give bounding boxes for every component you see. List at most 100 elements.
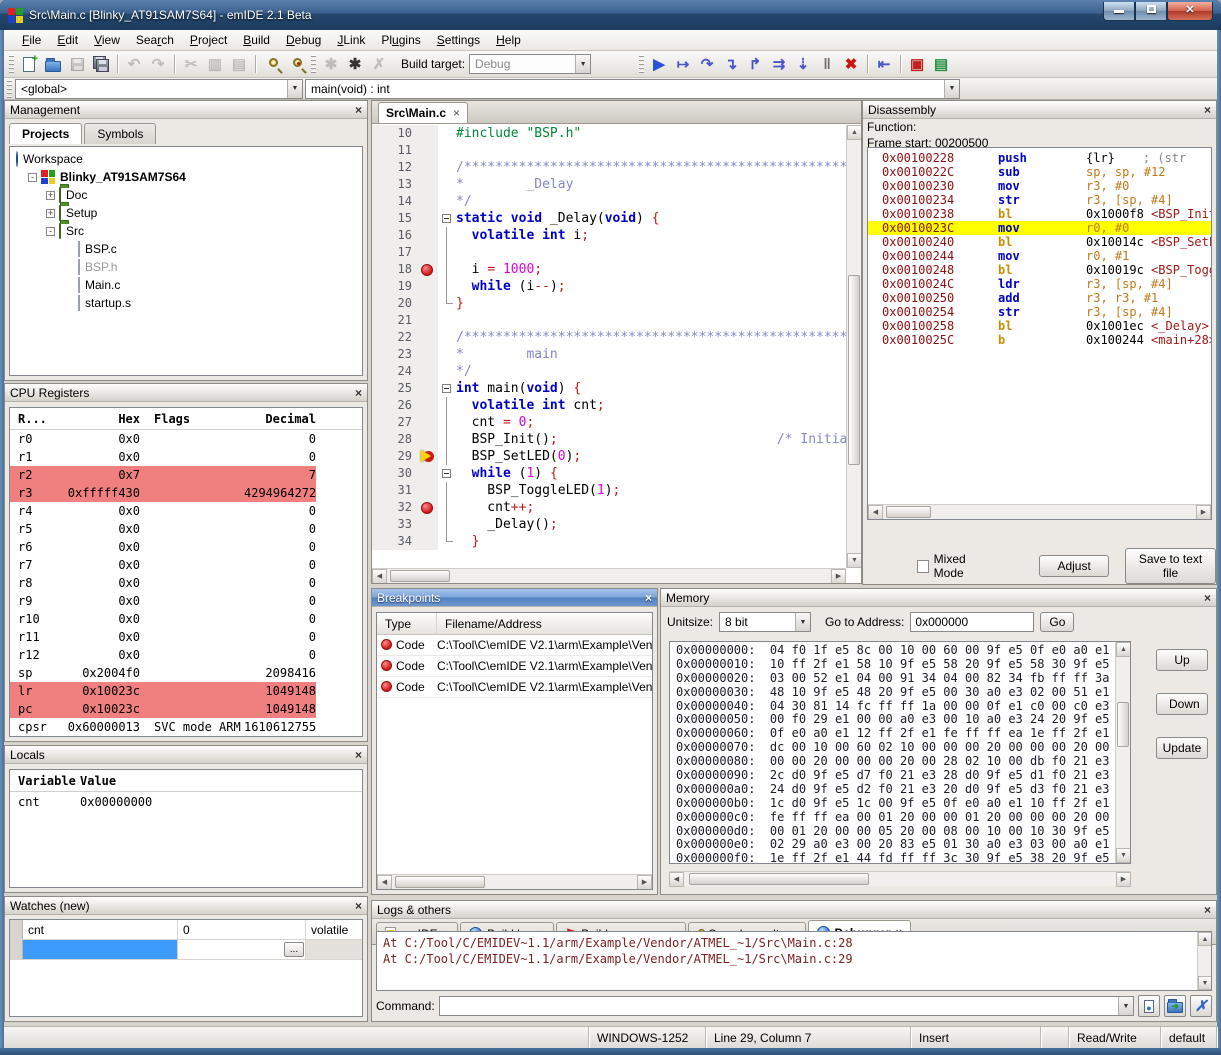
code-line[interactable]: 18 i = 1000; <box>372 261 861 278</box>
debug-continue-button[interactable]: ▶ <box>648 53 670 75</box>
close-icon[interactable]: × <box>355 750 362 760</box>
tab-symbols[interactable]: Symbols <box>84 123 156 144</box>
breakpoint-icon[interactable] <box>418 499 438 516</box>
fold-margin[interactable] <box>438 295 456 312</box>
fold-collapse-icon[interactable] <box>442 469 451 478</box>
tree-item-bsp-h[interactable]: BSP.h <box>12 258 362 276</box>
code-line[interactable]: 34 } <box>372 533 861 550</box>
menu-debug[interactable]: Debug <box>278 31 329 49</box>
redo-button[interactable]: ↷ <box>147 53 169 75</box>
close-icon[interactable]: × <box>645 593 652 603</box>
save-to-text-file-button[interactable]: Save to text file <box>1125 548 1216 584</box>
code-line[interactable]: 20} <box>372 295 861 312</box>
dropdown-arrow-icon[interactable]: ▼ <box>795 613 810 631</box>
watch-new-value-cell[interactable]: ... <box>178 940 306 959</box>
expand-icon[interactable]: + <box>46 209 55 218</box>
tab-projects[interactable]: Projects <box>9 123 82 144</box>
fold-margin[interactable] <box>438 414 456 431</box>
close-icon[interactable]: × <box>355 105 362 115</box>
menu-project[interactable]: Project <box>182 31 235 49</box>
code-line[interactable]: 24*/ <box>372 363 861 380</box>
log-vertical-scrollbar[interactable]: ▲ ▼ <box>1197 932 1211 990</box>
close-tab-icon[interactable]: × <box>453 106 460 120</box>
code-line[interactable]: 11 <box>372 142 861 159</box>
stop-debugger-button[interactable]: ✖ <box>840 53 862 75</box>
menu-view[interactable]: View <box>86 31 128 49</box>
maximize-button[interactable] <box>1135 2 1167 21</box>
step-into-button[interactable]: ↴ <box>720 53 742 75</box>
fold-margin[interactable] <box>438 465 456 482</box>
code-line[interactable]: 12/*************************************… <box>372 159 861 176</box>
fold-margin[interactable] <box>438 227 456 244</box>
code-line[interactable]: 19 while (i--); <box>372 278 861 295</box>
memory-dump[interactable]: 0x00000000: 04 f0 1f e5 8c 00 10 00 60 0… <box>669 641 1131 864</box>
fold-margin[interactable] <box>438 244 456 261</box>
command-input[interactable]: ▼ <box>439 996 1134 1016</box>
various-info-button[interactable]: ▤ <box>930 53 952 75</box>
code-line[interactable]: 29 BSP_SetLED(0); <box>372 448 861 465</box>
unitsize-select[interactable]: 8 bit ▼ <box>719 612 811 632</box>
memory-vertical-scrollbar[interactable]: ▲ ▼ <box>1115 642 1130 863</box>
breakpoint-row[interactable]: CodeC:\Tool\C\emIDE V2.1\arm\Example\Ven… <box>377 656 652 677</box>
code-line[interactable]: 15static void _Delay(void) { <box>372 210 861 227</box>
debugger-log[interactable]: At C:/Tool/C/EMIDEV~1.1/arm/Example/Vend… <box>376 931 1212 991</box>
fold-margin[interactable] <box>438 397 456 414</box>
close-icon[interactable]: × <box>1204 105 1211 115</box>
menu-settings[interactable]: Settings <box>429 31 488 49</box>
fold-margin[interactable] <box>438 380 456 397</box>
code-line[interactable]: 17 <box>372 244 861 261</box>
run-to-cursor-button[interactable]: ↦ <box>672 53 694 75</box>
fold-margin[interactable] <box>438 278 456 295</box>
code-line[interactable]: 28 BSP_Init(); /* Initiali <box>372 431 861 448</box>
paste-button[interactable]: ▤ <box>228 53 250 75</box>
tree-item-src[interactable]: -Src <box>12 222 362 240</box>
fold-margin[interactable] <box>438 363 456 380</box>
menu-plugins[interactable]: Plugins <box>373 31 428 49</box>
dropdown-arrow-icon[interactable]: ▼ <box>287 80 302 98</box>
code-line[interactable]: 33 _Delay(); <box>372 516 861 533</box>
breakpoint-row[interactable]: CodeC:\Tool\C\emIDE V2.1\arm\Example\Ven… <box>377 677 652 698</box>
toolbar-grip[interactable] <box>311 55 316 73</box>
goto-address-input[interactable]: 0x000000 <box>910 612 1034 632</box>
code-line[interactable]: 31 BSP_ToggleLED(1); <box>372 482 861 499</box>
disassembly-listing[interactable]: 0x00100228push{lr}; (str0x0010022Csubsp,… <box>867 147 1212 520</box>
close-icon[interactable]: × <box>355 388 362 398</box>
menu-jlink[interactable]: JLink <box>329 31 373 49</box>
mixed-mode-checkbox[interactable] <box>917 560 929 573</box>
watch-browse-button[interactable]: ... <box>284 942 304 957</box>
build-button[interactable]: ✱ <box>344 53 366 75</box>
fold-margin[interactable] <box>438 312 456 329</box>
watch-new-row[interactable]: ... <box>10 940 362 960</box>
tree-item-workspace[interactable]: Workspace <box>12 150 362 168</box>
breakpoint-row[interactable]: CodeC:\Tool\C\emIDE V2.1\arm\Example\Ven… <box>377 635 652 656</box>
cut-button[interactable]: ✂ <box>180 53 202 75</box>
scope-select[interactable]: <global> ▼ <box>15 79 303 99</box>
go-button[interactable]: Go <box>1040 612 1074 632</box>
debug-script-button[interactable]: ● <box>1138 995 1160 1017</box>
menu-file[interactable]: File <box>14 31 49 49</box>
dropdown-arrow-icon[interactable]: ▼ <box>575 55 590 73</box>
watch-new-name-cell[interactable] <box>23 940 178 959</box>
dropdown-arrow-icon[interactable]: ▼ <box>1118 997 1133 1015</box>
copy-button[interactable]: ▥ <box>204 53 226 75</box>
tree-item-bsp-c[interactable]: BSP.c <box>12 240 362 258</box>
code-line[interactable]: 22/*************************************… <box>372 329 861 346</box>
memory-down-button[interactable]: Down <box>1156 693 1208 715</box>
fold-margin[interactable] <box>438 142 456 159</box>
tree-item-startup-s[interactable]: startup.s <box>12 294 362 312</box>
code-line[interactable]: 23* main <box>372 346 861 363</box>
code-line[interactable]: 21 <box>372 312 861 329</box>
fold-margin[interactable] <box>438 261 456 278</box>
toolbar-grip[interactable] <box>9 55 14 73</box>
editor-tab-main-c[interactable]: Src\Main.c × <box>378 102 468 123</box>
load-script-button[interactable]: ➜ <box>1164 995 1186 1017</box>
disassembly-horizontal-scrollbar[interactable]: ◀ ▶ <box>868 504 1211 519</box>
debugging-windows-button[interactable]: ▣ <box>906 53 928 75</box>
code-line[interactable]: 27 cnt = 0; <box>372 414 861 431</box>
save-all-button[interactable] <box>90 53 112 75</box>
fold-margin[interactable] <box>438 159 456 176</box>
fold-margin[interactable] <box>438 482 456 499</box>
fold-margin[interactable] <box>438 533 456 550</box>
tree-item-main-c[interactable]: Main.c <box>12 276 362 294</box>
memory-horizontal-scrollbar[interactable]: ◀ ▶ <box>669 871 1131 886</box>
